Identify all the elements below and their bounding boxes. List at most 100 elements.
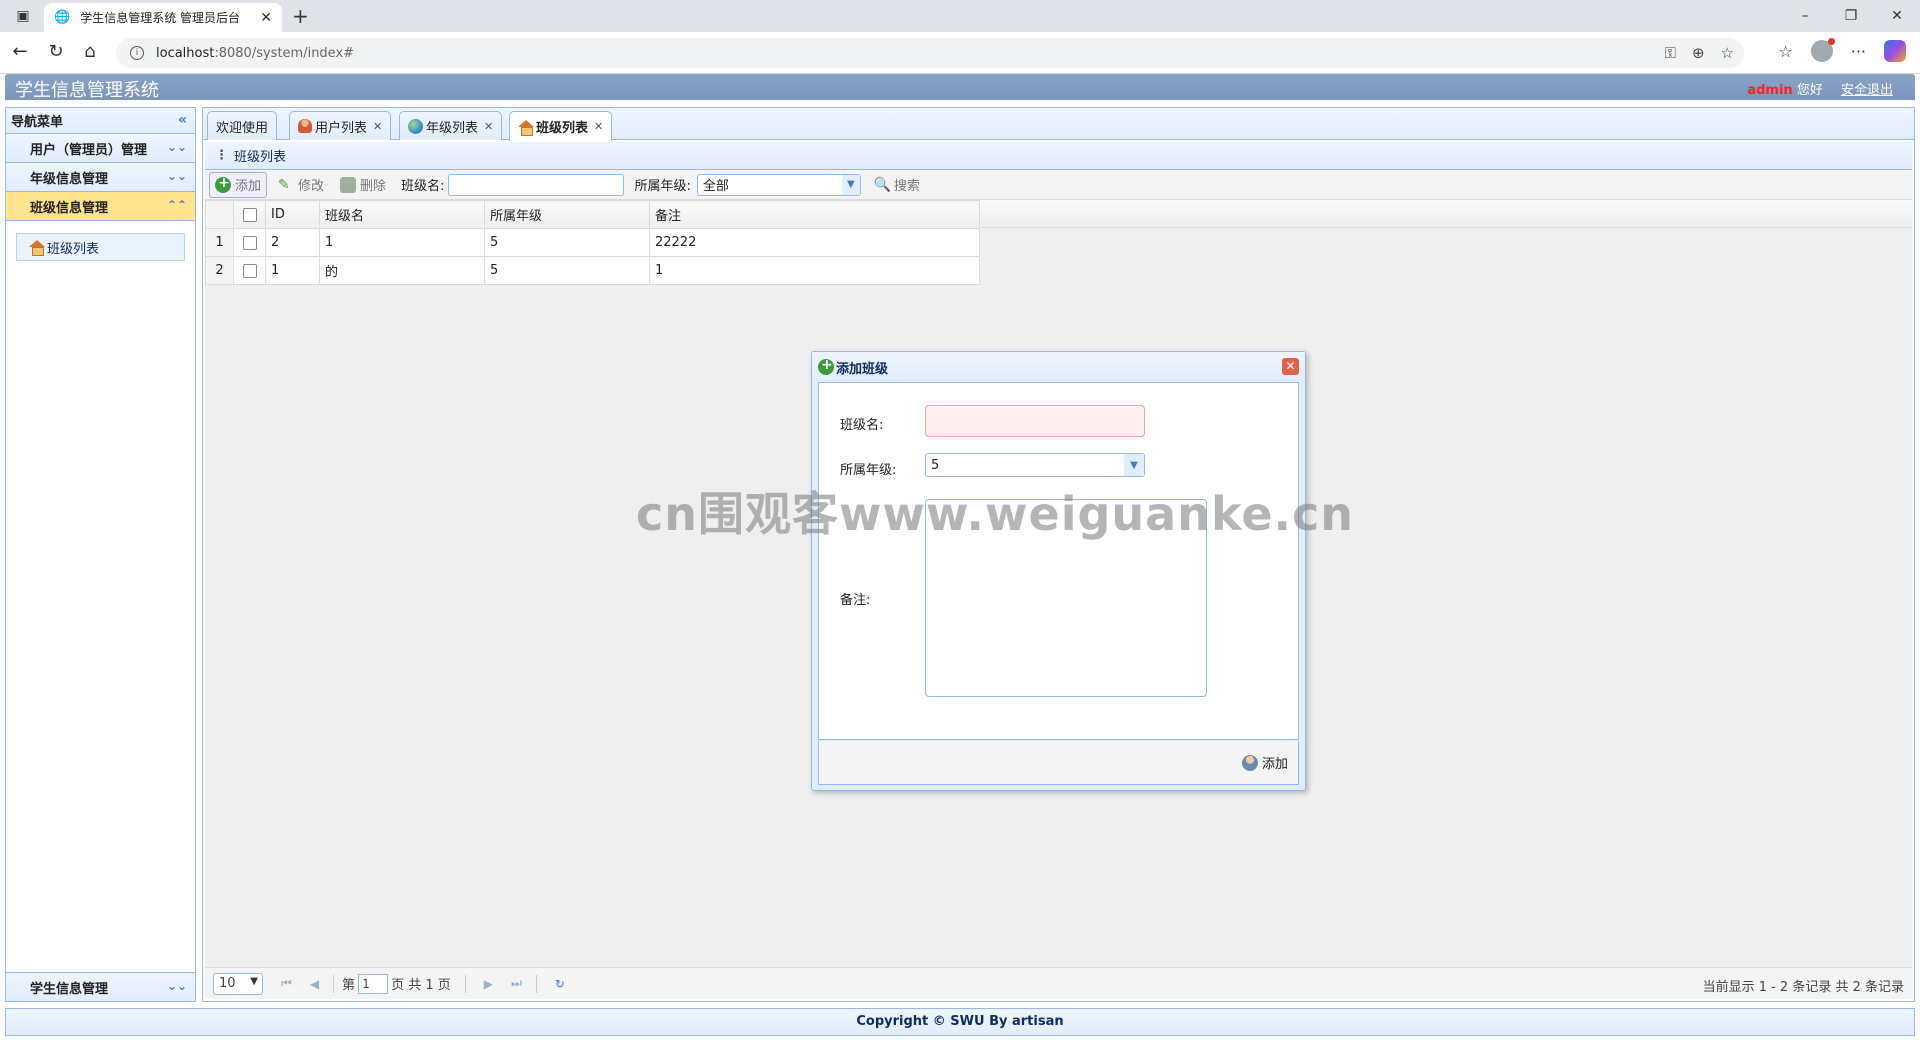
tab-class-list[interactable]: 班级列表 ✕ bbox=[509, 111, 613, 141]
globe-icon bbox=[408, 118, 423, 134]
pager-separator bbox=[333, 974, 335, 993]
favorite-star-icon[interactable]: ☆ bbox=[1721, 44, 1734, 62]
page-prefix: 第 bbox=[342, 978, 356, 993]
column-header-note[interactable]: 备注 bbox=[649, 200, 980, 229]
url-host: localhost bbox=[156, 45, 215, 61]
dialog-add-button[interactable]: 添加 bbox=[1241, 753, 1288, 772]
window-close-icon[interactable]: ✕ bbox=[1874, 0, 1920, 32]
refresh-icon[interactable]: ↻ bbox=[555, 977, 565, 991]
column-header-name[interactable]: 班级名 bbox=[319, 200, 485, 229]
profile-avatar[interactable] bbox=[1810, 38, 1835, 62]
browser-tab-title: 学生信息管理系统 管理员后台 bbox=[80, 11, 241, 25]
class-name-field[interactable] bbox=[925, 405, 1145, 437]
table-row[interactable]: 2 1 的 5 1 bbox=[205, 256, 980, 285]
sidebar-header-label: 导航菜单 bbox=[11, 115, 64, 130]
tab-bar: 欢迎使用 用户列表 ✕ 年级列表 ✕ 班级列表 ✕ bbox=[203, 108, 1914, 141]
grade-filter-select[interactable]: 全部 ▼ bbox=[696, 173, 861, 196]
sidebar-section-label: 学生信息管理 bbox=[30, 981, 109, 997]
tab-close-icon[interactable]: ✕ bbox=[260, 10, 272, 26]
globe-icon: 🌐 bbox=[54, 10, 71, 25]
restore-icon[interactable]: ❐ bbox=[1828, 0, 1874, 32]
collapse-left-icon[interactable]: « bbox=[178, 112, 187, 128]
edit-button-label: 修改 bbox=[298, 179, 325, 194]
minimize-icon[interactable]: – bbox=[1782, 0, 1828, 32]
chevron-up-icon[interactable]: ⌃⌃ bbox=[167, 198, 187, 212]
grade-select[interactable]: 5 ▼ bbox=[925, 453, 1145, 477]
select-all-checkbox-cell[interactable] bbox=[233, 200, 266, 229]
more-menu-icon[interactable]: ··· bbox=[1851, 42, 1866, 61]
column-header-grade[interactable]: 所属年级 bbox=[484, 200, 650, 229]
add-button[interactable]: 添加 bbox=[209, 171, 268, 198]
home-icon[interactable]: ⌂ bbox=[78, 41, 102, 62]
last-page-icon[interactable]: ⏭ bbox=[511, 976, 522, 991]
cell-grade: 5 bbox=[484, 256, 650, 285]
row-checkbox-cell[interactable] bbox=[233, 256, 266, 285]
edit-button[interactable]: ✎ 修改 bbox=[273, 172, 329, 198]
chevron-down-icon[interactable]: ⌄⌄ bbox=[167, 140, 187, 154]
tab-grade-list[interactable]: 年级列表 ✕ bbox=[399, 111, 503, 140]
chevron-down-icon: ▼ bbox=[250, 975, 258, 987]
cell-id: 1 bbox=[265, 256, 320, 285]
url-path: :8080/system/index# bbox=[214, 45, 355, 61]
cell-note: 22222 bbox=[649, 228, 980, 257]
row-checkbox-cell[interactable] bbox=[233, 228, 266, 257]
class-name-search-input[interactable] bbox=[448, 173, 625, 196]
panel-title-bar: ⋮ 班级列表 bbox=[205, 142, 1912, 170]
cell-grade: 5 bbox=[484, 228, 650, 257]
table-row[interactable]: 1 2 1 5 22222 bbox=[205, 228, 980, 257]
favorites-icon[interactable]: ☆ bbox=[1778, 42, 1792, 61]
zoom-icon[interactable]: ⊕ bbox=[1692, 44, 1705, 62]
prev-page-icon[interactable]: ◀ bbox=[310, 977, 319, 991]
browser-tab[interactable]: 🌐 学生信息管理系统 管理员后台 ✕ bbox=[44, 3, 282, 32]
page-number-input[interactable]: 1 bbox=[358, 973, 389, 994]
add-button-label: 添加 bbox=[235, 179, 262, 194]
copilot-icon[interactable] bbox=[1884, 40, 1906, 62]
select-all-checkbox[interactable] bbox=[242, 207, 257, 222]
tab-user-list[interactable]: 用户列表 ✕ bbox=[289, 111, 392, 140]
watermark: cn围观客www.weiguanke.cn bbox=[636, 487, 1355, 541]
search-button[interactable]: 🔍 搜索 bbox=[869, 172, 925, 198]
new-tab-icon[interactable]: + bbox=[292, 4, 309, 28]
chevron-down-icon[interactable]: ⌄⌄ bbox=[167, 169, 187, 183]
sidebar-toggle-icon[interactable]: ▣ bbox=[0, 0, 46, 32]
row-checkbox[interactable] bbox=[242, 235, 257, 250]
sidebar-section-users[interactable]: 用户（管理员）管理 ⌄⌄ bbox=[6, 134, 195, 163]
cell-name: 的 bbox=[319, 256, 485, 285]
page-size-select[interactable]: 10 ▼ bbox=[213, 972, 263, 995]
browser-tab-strip: ▣ 🌐 学生信息管理系统 管理员后台 ✕ + – ❐ ✕ bbox=[0, 0, 1920, 32]
tab-close-icon[interactable]: ✕ bbox=[594, 120, 603, 133]
chevron-down-icon[interactable]: ⌄⌄ bbox=[167, 979, 187, 993]
sidebar-item-class-list[interactable]: 班级列表 bbox=[16, 233, 185, 261]
class-table: ID 班级名 所属年级 备注 1 2 1 5 22222 2 1 的 5 1 bbox=[205, 200, 980, 285]
key-icon[interactable]: ⚿ bbox=[1665, 44, 1676, 62]
close-icon[interactable]: ✕ bbox=[1282, 358, 1299, 375]
next-page-icon[interactable]: ▶ bbox=[484, 977, 493, 991]
cell-note: 1 bbox=[649, 256, 980, 285]
footer: Copyright © SWU By artisan bbox=[5, 1008, 1915, 1036]
sidebar: 导航菜单 « 用户（管理员）管理 ⌄⌄ 年级信息管理 ⌄⌄ 班级信息管理 ⌃⌃ … bbox=[5, 107, 196, 1002]
tab-welcome[interactable]: 欢迎使用 bbox=[207, 111, 278, 140]
info-icon[interactable]: i bbox=[130, 46, 144, 60]
tab-close-icon[interactable]: ✕ bbox=[373, 120, 382, 133]
cell-id: 2 bbox=[265, 228, 320, 257]
sidebar-section-classes[interactable]: 班级信息管理 ⌃⌃ bbox=[6, 192, 195, 221]
sidebar-section-students[interactable]: 学生信息管理 ⌄⌄ bbox=[6, 972, 195, 1001]
delete-button[interactable]: 删除 bbox=[335, 172, 391, 198]
logout-link[interactable]: 安全退出 bbox=[1841, 83, 1893, 98]
sidebar-section-grades[interactable]: 年级信息管理 ⌄⌄ bbox=[6, 163, 195, 192]
sidebar-section-label: 用户（管理员）管理 bbox=[30, 142, 148, 158]
reload-icon[interactable]: ↻ bbox=[44, 41, 68, 62]
grade-filter-label: 所属年级: bbox=[634, 179, 691, 194]
add-class-dialog: 添加班级 ✕ 班级名: 所属年级: 5 ▼ 备注: 添加 bbox=[811, 351, 1306, 791]
column-header-id[interactable]: ID bbox=[265, 200, 320, 229]
search-icon: 🔍 bbox=[873, 176, 892, 193]
drag-handle-icon: ⋮ bbox=[215, 148, 228, 163]
house-icon bbox=[518, 119, 534, 136]
tab-label: 欢迎使用 bbox=[216, 120, 269, 136]
add-icon bbox=[818, 357, 834, 375]
tab-close-icon[interactable]: ✕ bbox=[484, 120, 493, 133]
row-checkbox[interactable] bbox=[242, 263, 257, 278]
url-field[interactable]: i localhost:8080/system/index# ⚿ ⊕ ☆ bbox=[116, 38, 1744, 68]
back-icon[interactable]: ← bbox=[8, 41, 32, 62]
first-page-icon[interactable]: ⏮ bbox=[281, 976, 292, 991]
